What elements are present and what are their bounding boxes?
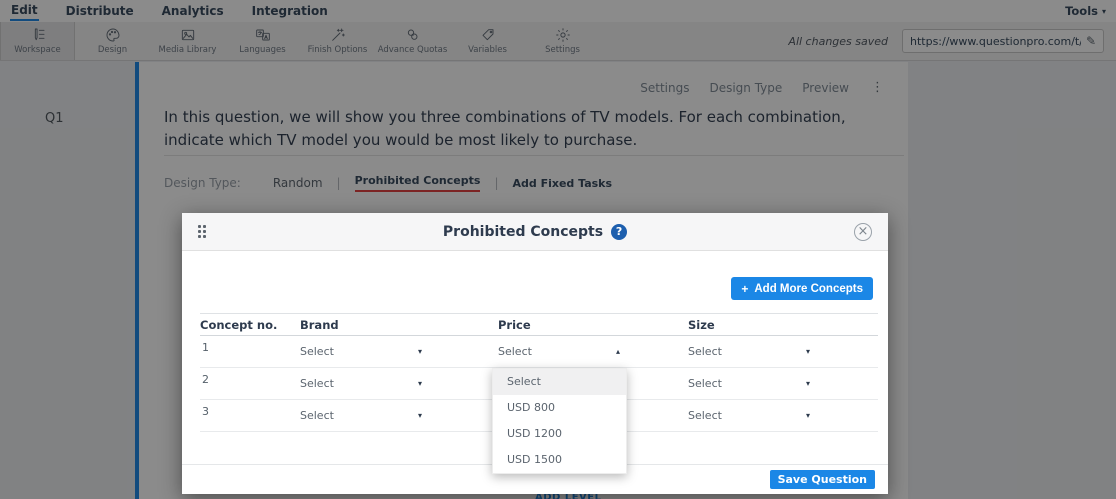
column-header-size: Size: [688, 314, 715, 336]
brand-select-row-1[interactable]: Select ▾: [300, 345, 422, 358]
table-header-row: Concept no. Brand Price Size: [200, 313, 878, 336]
caret-down-icon: ▾: [806, 411, 810, 420]
dropdown-option-usd-800[interactable]: USD 800: [493, 395, 626, 421]
drag-handle-icon[interactable]: [198, 225, 206, 238]
table-row: 1 Select ▾ Select ▴ Select ▾: [200, 336, 878, 368]
concept-number: 2: [202, 373, 209, 386]
caret-down-icon: ▾: [418, 379, 422, 388]
questionpro-editor-screen: Edit Distribute Analytics Integration To…: [0, 0, 1116, 499]
column-header-brand: Brand: [300, 314, 339, 336]
modal-title-group: Prohibited Concepts ?: [443, 224, 627, 240]
modal-header: Prohibited Concepts ? ×: [182, 213, 888, 251]
caret-down-icon: ▾: [418, 347, 422, 356]
brand-select-row-3[interactable]: Select ▾: [300, 409, 422, 422]
select-value: Select: [688, 409, 722, 422]
help-icon[interactable]: ?: [611, 224, 627, 240]
price-dropdown-menu: Select USD 800 USD 1200 USD 1500: [492, 368, 627, 474]
caret-down-icon: ▾: [418, 411, 422, 420]
dropdown-option-select[interactable]: Select: [493, 369, 626, 395]
caret-up-icon: ▴: [616, 347, 620, 356]
add-more-concepts-button[interactable]: + Add More Concepts: [731, 277, 873, 300]
caret-down-icon: ▾: [806, 379, 810, 388]
select-value: Select: [300, 377, 334, 390]
select-value: Select: [498, 345, 532, 358]
size-select-row-2[interactable]: Select ▾: [688, 377, 810, 390]
column-header-price: Price: [498, 314, 531, 336]
size-select-row-1[interactable]: Select ▾: [688, 345, 810, 358]
close-icon[interactable]: ×: [854, 223, 872, 241]
select-value: Select: [300, 345, 334, 358]
select-value: Select: [688, 345, 722, 358]
dropdown-option-usd-1200[interactable]: USD 1200: [493, 421, 626, 447]
concept-number: 3: [202, 405, 209, 418]
select-value: Select: [300, 409, 334, 422]
add-more-concepts-label: Add More Concepts: [754, 283, 863, 295]
plus-icon: +: [741, 282, 748, 296]
brand-select-row-2[interactable]: Select ▾: [300, 377, 422, 390]
save-question-button[interactable]: Save Question: [770, 470, 875, 489]
price-select-row-1[interactable]: Select ▴: [498, 345, 620, 358]
select-value: Select: [688, 377, 722, 390]
column-header-concept-no: Concept no.: [200, 314, 277, 336]
prohibited-concepts-modal: Prohibited Concepts ? × + Add More Conce…: [182, 213, 888, 494]
dropdown-option-usd-1500[interactable]: USD 1500: [493, 447, 626, 473]
concept-number: 1: [202, 341, 209, 354]
size-select-row-3[interactable]: Select ▾: [688, 409, 810, 422]
modal-title: Prohibited Concepts: [443, 224, 603, 240]
caret-down-icon: ▾: [806, 347, 810, 356]
